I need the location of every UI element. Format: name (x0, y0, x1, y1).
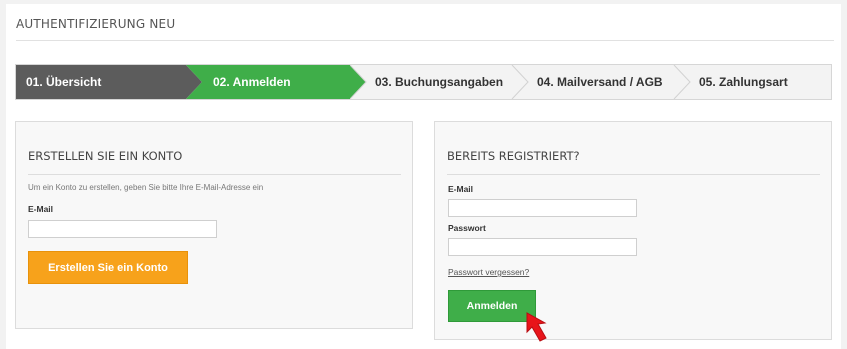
title-divider (16, 40, 834, 41)
login-panel: BEREITS REGISTRIERT? E-Mail Passwort Pas… (434, 121, 832, 340)
login-heading: BEREITS REGISTRIERT? (447, 149, 580, 163)
step-mail-label: 04. Mailversand / AGB (537, 75, 663, 89)
create-account-hint: Um ein Konto zu erstellen, geben Sie bit… (28, 183, 264, 192)
checkout-steps: 01. Übersicht 02. Anmelden 03. Buchungsa… (15, 64, 832, 100)
page: AUTHENTIFIZIERUNG NEU 01. Übersicht 02. … (6, 4, 841, 349)
login-button[interactable]: Anmelden (448, 290, 536, 322)
create-account-button[interactable]: Erstellen Sie ein Konto (28, 251, 188, 284)
step-payment-label: 05. Zahlungsart (699, 75, 788, 89)
step-login[interactable]: 02. Anmelden (186, 65, 371, 99)
create-email-input[interactable] (28, 220, 217, 238)
create-email-label: E-Mail (28, 204, 54, 214)
red-arrow-cursor-icon (526, 312, 547, 342)
login-email-input[interactable] (448, 199, 637, 217)
create-account-heading: ERSTELLEN SIE EIN KONTO (28, 149, 183, 163)
step-login-label: 02. Anmelden (213, 75, 291, 89)
step-booking-details[interactable]: 03. Buchungsangaben (350, 65, 530, 99)
step-payment[interactable]: 05. Zahlungsart (674, 65, 832, 99)
step-booking-label: 03. Buchungsangaben (375, 75, 504, 89)
login-email-label: E-Mail (448, 184, 474, 194)
login-divider (447, 174, 820, 175)
forgot-password-link[interactable]: Passwort vergessen? (448, 267, 529, 277)
create-account-panel: ERSTELLEN SIE EIN KONTO Um ein Konto zu … (15, 121, 413, 329)
step-mail-agb[interactable]: 04. Mailversand / AGB (512, 65, 692, 99)
step-overview[interactable]: 01. Übersicht (16, 65, 206, 99)
login-password-input[interactable] (448, 238, 637, 256)
step-overview-label: 01. Übersicht (26, 75, 102, 89)
login-password-label: Passwort (448, 223, 486, 233)
create-account-divider (28, 174, 401, 175)
page-title: AUTHENTIFIZIERUNG NEU (16, 17, 176, 31)
